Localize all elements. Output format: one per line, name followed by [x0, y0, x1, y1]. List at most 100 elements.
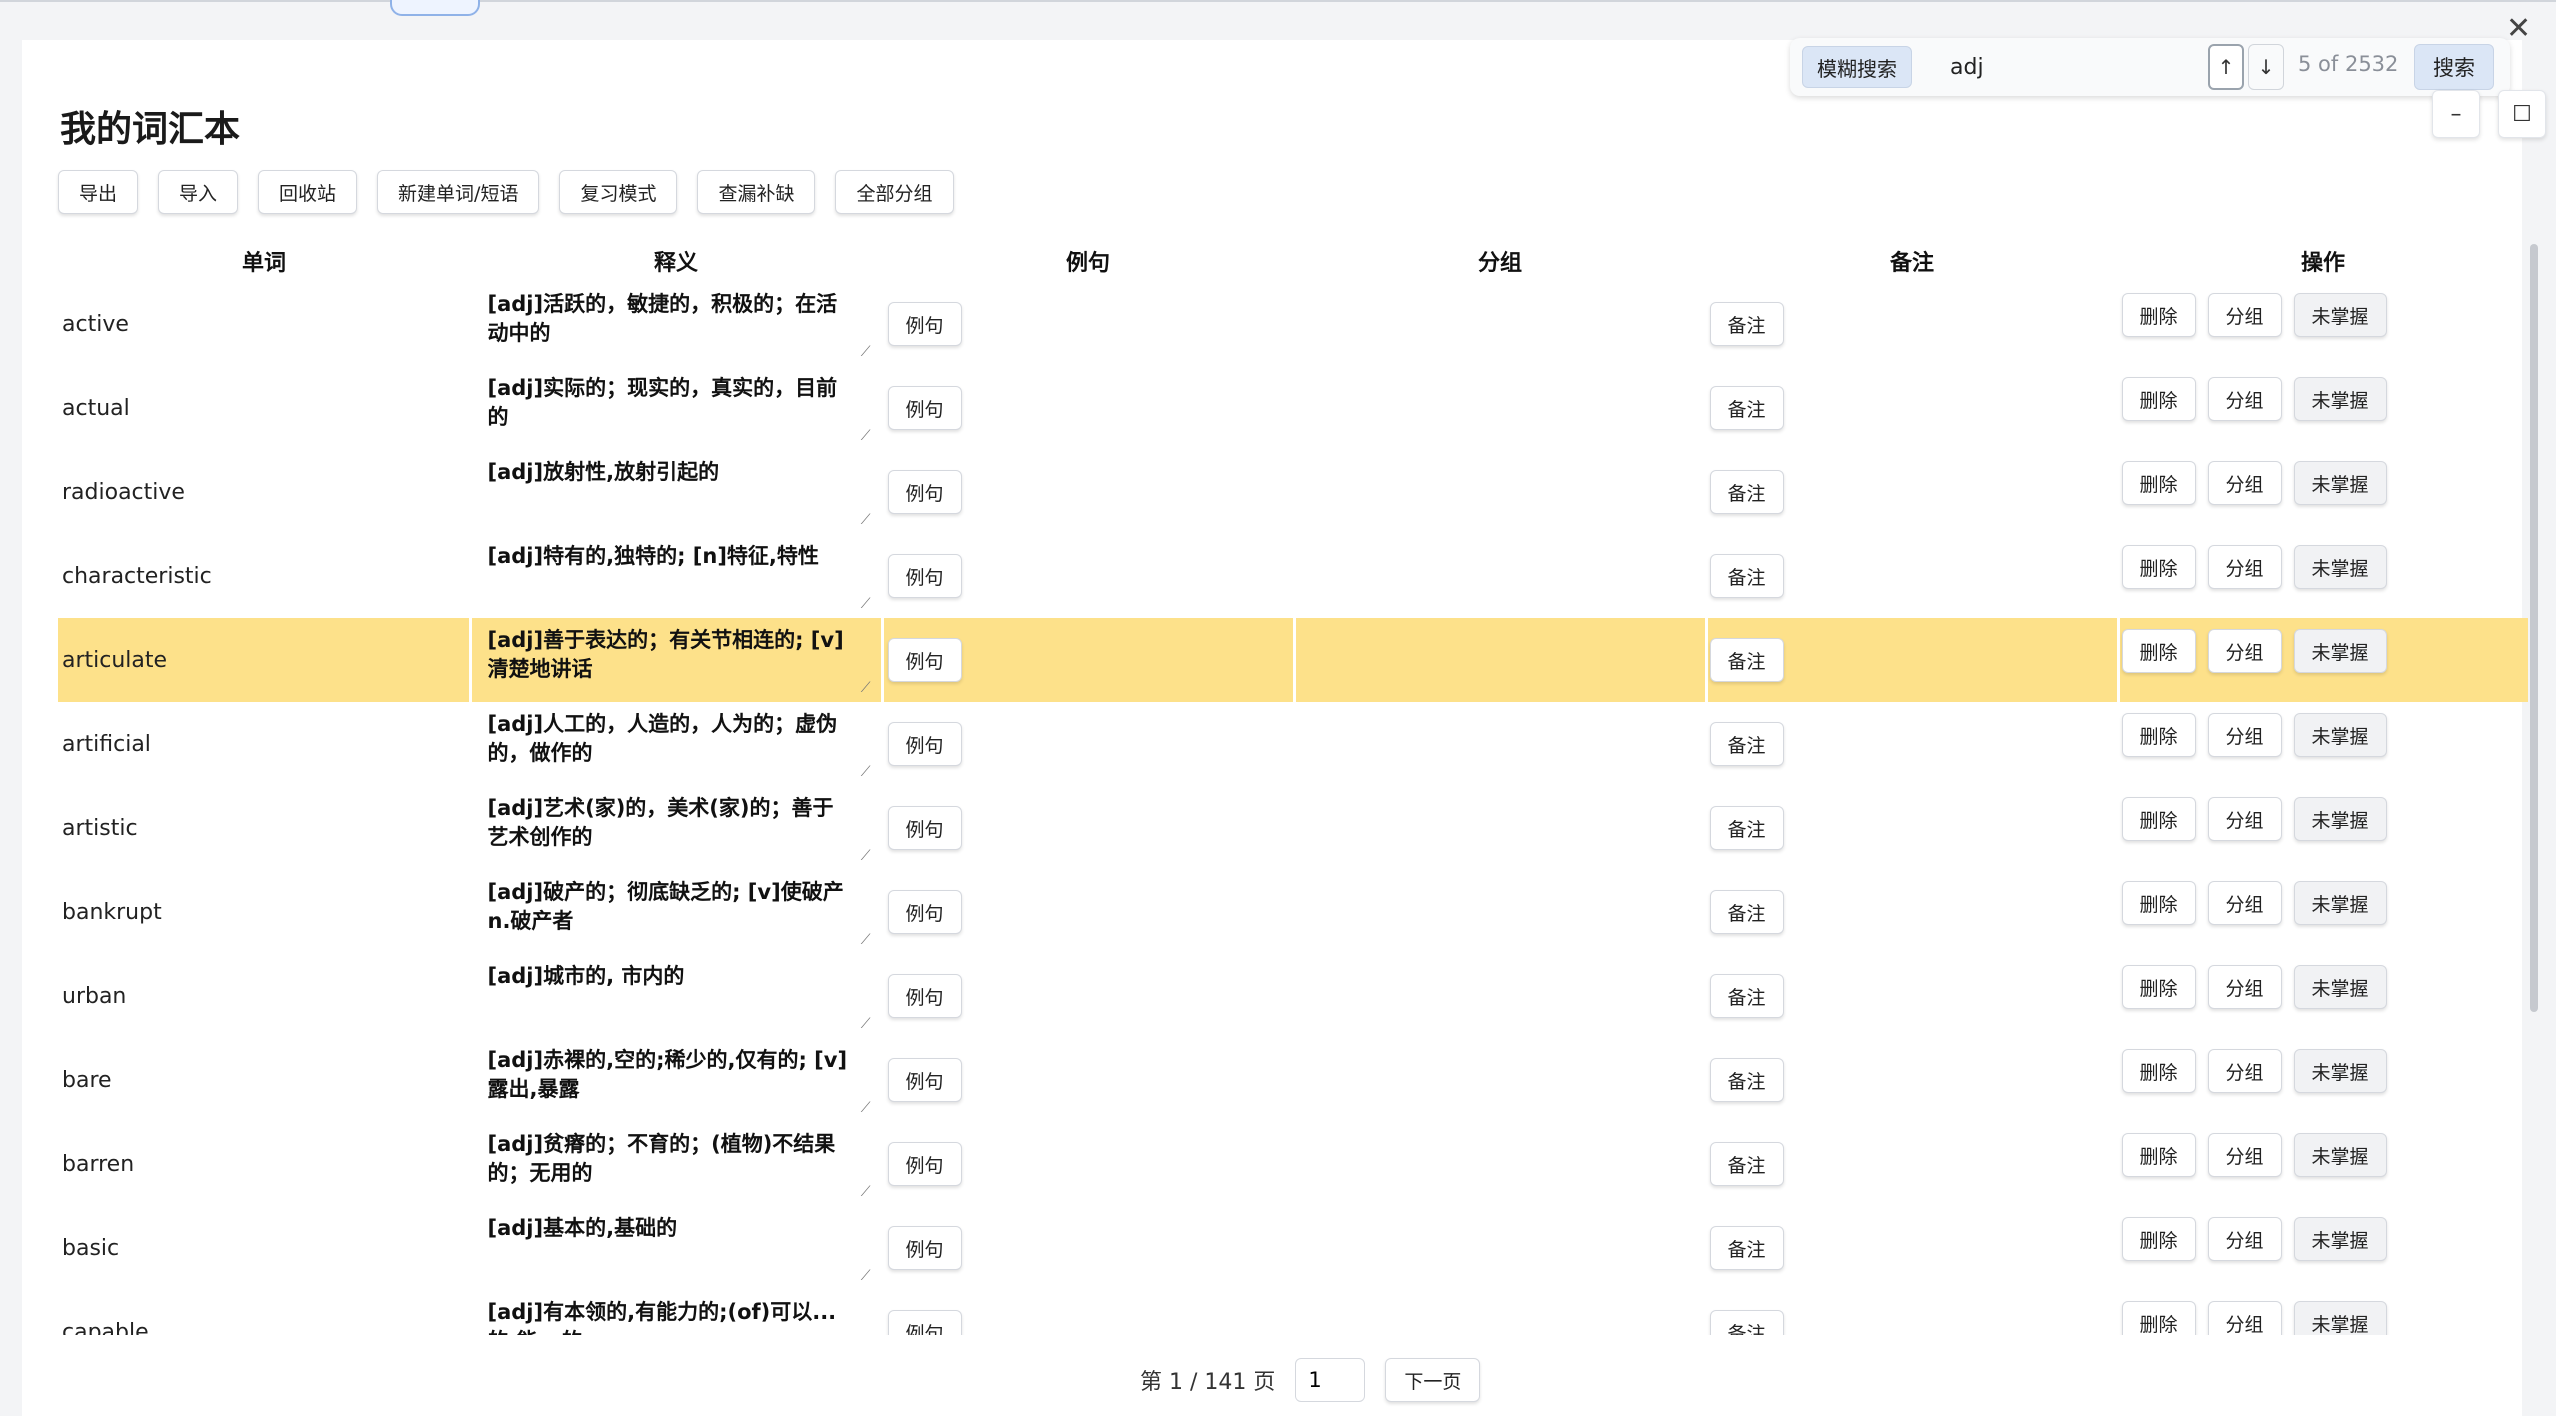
definition-text[interactable]: [adj]有本领的,有能力的;(of)可以...的,能...的 [488, 1298, 848, 1335]
delete-button[interactable]: 删除 [2121, 1301, 2196, 1335]
review-mode-button[interactable]: 复习模式 [559, 170, 678, 214]
definition-text[interactable]: [adj]赤裸的,空的;稀少的,仅有的; [v]露出,暴露 [488, 1046, 848, 1104]
resize-grip-icon[interactable]: ⟋ [861, 680, 871, 696]
definition-cell[interactable]: [adj]人工的，人造的，人为的；虚伪的，做作的 ⟋ [470, 702, 882, 786]
resize-grip-icon[interactable]: ⟋ [861, 1100, 871, 1116]
note-button[interactable]: 备注 [1709, 806, 1784, 850]
definition-cell[interactable]: [adj]实际的；现实的，真实的，目前的 ⟋ [470, 366, 882, 450]
delete-button[interactable]: 删除 [2121, 881, 2196, 925]
resize-grip-icon[interactable]: ⟋ [861, 932, 871, 948]
definition-cell[interactable]: [adj]艺术(家)的，美术(家)的；善于艺术创作的 ⟋ [470, 786, 882, 870]
example-button[interactable]: 例句 [887, 302, 962, 346]
resize-grip-icon[interactable]: ⟋ [861, 1268, 871, 1284]
note-button[interactable]: 备注 [1709, 554, 1784, 598]
unmastered-button[interactable]: 未掌握 [2293, 461, 2387, 505]
group-button[interactable]: 分组 [2207, 629, 2282, 673]
note-button[interactable]: 备注 [1709, 1058, 1784, 1102]
resize-grip-icon[interactable]: ⟋ [861, 1184, 871, 1200]
example-button[interactable]: 例句 [887, 1058, 962, 1102]
group-button[interactable]: 分组 [2207, 545, 2282, 589]
resize-grip-icon[interactable]: ⟋ [861, 764, 871, 780]
unmastered-button[interactable]: 未掌握 [2293, 797, 2387, 841]
resize-grip-icon[interactable]: ⟋ [861, 512, 871, 528]
all-groups-button[interactable]: 全部分组 [835, 170, 954, 214]
note-button[interactable]: 备注 [1709, 470, 1784, 514]
definition-cell[interactable]: [adj]贫瘠的；不育的；(植物)不结果的；无用的 ⟋ [470, 1122, 882, 1206]
resize-grip-icon[interactable]: ⟋ [861, 848, 871, 864]
unmastered-button[interactable]: 未掌握 [2293, 713, 2387, 757]
drag-handle[interactable] [390, 0, 480, 16]
delete-button[interactable]: 删除 [2121, 1217, 2196, 1261]
group-button[interactable]: 分组 [2207, 461, 2282, 505]
group-button[interactable]: 分组 [2207, 713, 2282, 757]
definition-cell[interactable]: [adj]赤裸的,空的;稀少的,仅有的; [v]露出,暴露 ⟋ [470, 1038, 882, 1122]
group-button[interactable]: 分组 [2207, 965, 2282, 1009]
definition-cell[interactable]: [adj]破产的；彻底缺乏的; [v]使破产n.破产者 ⟋ [470, 870, 882, 954]
note-button[interactable]: 备注 [1709, 1142, 1784, 1186]
maximize-icon[interactable]: ☐ [2498, 90, 2546, 138]
delete-button[interactable]: 删除 [2121, 965, 2196, 1009]
group-button[interactable]: 分组 [2207, 797, 2282, 841]
group-button[interactable]: 分组 [2207, 377, 2282, 421]
example-button[interactable]: 例句 [887, 470, 962, 514]
group-button[interactable]: 分组 [2207, 1217, 2282, 1261]
unmastered-button[interactable]: 未掌握 [2293, 377, 2387, 421]
arrow-up-icon[interactable]: ↑ [2208, 44, 2244, 90]
note-button[interactable]: 备注 [1709, 302, 1784, 346]
example-button[interactable]: 例句 [887, 1310, 962, 1335]
search-input[interactable] [1938, 44, 2238, 90]
resize-grip-icon[interactable]: ⟋ [861, 428, 871, 444]
unmastered-button[interactable]: 未掌握 [2293, 629, 2387, 673]
next-page-button[interactable]: 下一页 [1385, 1358, 1481, 1402]
definition-text[interactable]: [adj]基本的,基础的 [488, 1214, 848, 1243]
example-button[interactable]: 例句 [887, 1142, 962, 1186]
delete-button[interactable]: 删除 [2121, 713, 2196, 757]
vertical-scrollbar[interactable] [2530, 244, 2538, 1012]
delete-button[interactable]: 删除 [2121, 1049, 2196, 1093]
delete-button[interactable]: 删除 [2121, 797, 2196, 841]
note-button[interactable]: 备注 [1709, 722, 1784, 766]
unmastered-button[interactable]: 未掌握 [2293, 1301, 2387, 1335]
delete-button[interactable]: 删除 [2121, 545, 2196, 589]
definition-text[interactable]: [adj]活跃的，敏捷的，积极的；在活动中的 [488, 290, 848, 348]
example-button[interactable]: 例句 [887, 386, 962, 430]
definition-cell[interactable]: [adj]城市的, 市内的 ⟋ [470, 954, 882, 1038]
unmastered-button[interactable]: 未掌握 [2293, 881, 2387, 925]
search-button[interactable]: 搜索 [2414, 44, 2494, 90]
unmastered-button[interactable]: 未掌握 [2293, 545, 2387, 589]
unmastered-button[interactable]: 未掌握 [2293, 965, 2387, 1009]
definition-cell[interactable]: [adj]放射性,放射引起的 ⟋ [470, 450, 882, 534]
delete-button[interactable]: 删除 [2121, 629, 2196, 673]
example-button[interactable]: 例句 [887, 890, 962, 934]
resize-grip-icon[interactable]: ⟋ [861, 1016, 871, 1032]
page-number-input[interactable] [1295, 1358, 1366, 1402]
resize-grip-icon[interactable]: ⟋ [861, 596, 871, 612]
example-button[interactable]: 例句 [887, 554, 962, 598]
unmastered-button[interactable]: 未掌握 [2293, 1217, 2387, 1261]
arrow-down-icon[interactable]: ↓ [2248, 44, 2284, 90]
note-button[interactable]: 备注 [1709, 386, 1784, 430]
note-button[interactable]: 备注 [1709, 974, 1784, 1018]
fuzzy-search-toggle[interactable]: 模糊搜索 [1802, 46, 1912, 88]
definition-text[interactable]: [adj]实际的；现实的，真实的，目前的 [488, 374, 848, 432]
unmastered-button[interactable]: 未掌握 [2293, 293, 2387, 337]
delete-button[interactable]: 删除 [2121, 1133, 2196, 1177]
example-button[interactable]: 例句 [887, 974, 962, 1018]
group-button[interactable]: 分组 [2207, 881, 2282, 925]
minimize-icon[interactable]: – [2432, 90, 2480, 138]
import-button[interactable]: 导入 [158, 170, 239, 214]
group-button[interactable]: 分组 [2207, 1049, 2282, 1093]
group-button[interactable]: 分组 [2207, 1133, 2282, 1177]
note-button[interactable]: 备注 [1709, 638, 1784, 682]
delete-button[interactable]: 删除 [2121, 461, 2196, 505]
definition-cell[interactable]: [adj]基本的,基础的 ⟋ [470, 1206, 882, 1290]
definition-text[interactable]: [adj]城市的, 市内的 [488, 962, 848, 991]
group-button[interactable]: 分组 [2207, 293, 2282, 337]
definition-text[interactable]: [adj]善于表达的；有关节相连的; [v]清楚地讲话 [488, 626, 848, 684]
note-button[interactable]: 备注 [1709, 1310, 1784, 1335]
recycle-bin-button[interactable]: 回收站 [258, 170, 358, 214]
definition-text[interactable]: [adj]破产的；彻底缺乏的; [v]使破产n.破产者 [488, 878, 848, 936]
example-button[interactable]: 例句 [887, 722, 962, 766]
resize-grip-icon[interactable]: ⟋ [861, 344, 871, 360]
definition-text[interactable]: [adj]放射性,放射引起的 [488, 458, 848, 487]
